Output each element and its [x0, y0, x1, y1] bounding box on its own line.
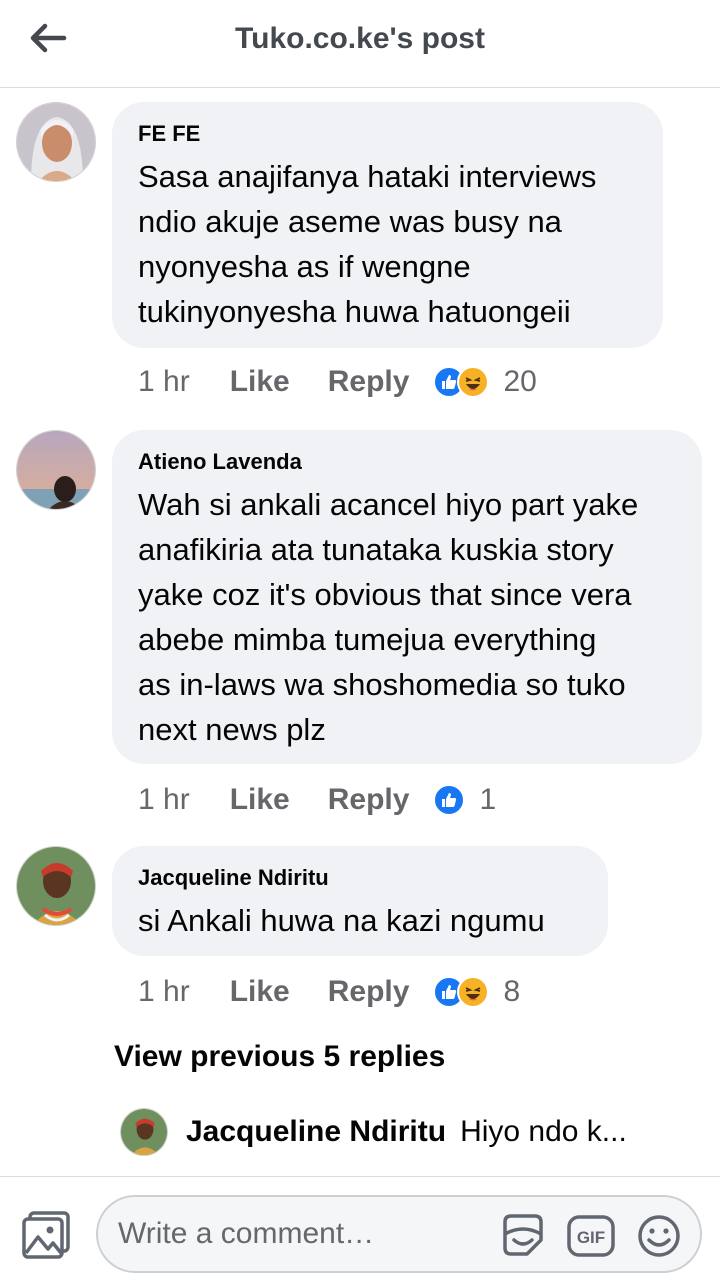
- comment-author[interactable]: Atieno Lavenda: [138, 448, 676, 476]
- comment-author[interactable]: FE FE: [138, 120, 637, 148]
- like-button[interactable]: Like: [230, 975, 290, 1009]
- comment-text-line: Wah si ankali acancel hiyo part yake: [138, 487, 639, 522]
- photo-icon: [22, 1211, 70, 1259]
- photo-button[interactable]: [20, 1207, 74, 1261]
- comment-bubble: Atieno Lavenda Wah si ankali acancel hiy…: [112, 430, 702, 764]
- page-title: Tuko.co.ke's post: [235, 22, 485, 55]
- sticker-button[interactable]: [498, 1211, 548, 1261]
- avatar[interactable]: [16, 846, 96, 926]
- like-button[interactable]: Like: [230, 365, 290, 399]
- comment-input[interactable]: [118, 1211, 498, 1257]
- reply-button[interactable]: Reply: [328, 975, 410, 1009]
- haha-reaction-icon: [457, 366, 490, 398]
- emoji-button[interactable]: [634, 1211, 684, 1261]
- top-bar: Tuko.co.ke's post: [0, 0, 720, 88]
- comment-text-line: as in-laws wa shoshomedia so tuko: [138, 667, 626, 702]
- gif-button[interactable]: GIF: [566, 1211, 616, 1261]
- gif-icon: GIF: [567, 1215, 615, 1257]
- like-button[interactable]: Like: [230, 783, 290, 817]
- comment-text: si Ankali huwa na kazi ngumu: [138, 898, 582, 943]
- comment-timestamp: 1 hr: [138, 365, 190, 398]
- comment-bubble: Jacqueline Ndiritu si Ankali huwa na kaz…: [112, 846, 608, 956]
- comment-author[interactable]: Jacqueline Ndiritu: [138, 864, 582, 892]
- haha-reaction-icon: [457, 976, 490, 1008]
- gif-label: GIF: [577, 1228, 605, 1247]
- reply-button[interactable]: Reply: [328, 365, 410, 399]
- comment-actions: 1 hr Like Reply 1: [138, 778, 496, 822]
- comment-text-line: abebe mimba tumejua everything: [138, 622, 597, 657]
- comment-actions: 1 hr Like Reply 20: [138, 360, 537, 404]
- emoji-icon: [638, 1215, 680, 1257]
- reaction-summary[interactable]: 8: [433, 975, 520, 1009]
- comment-bubble: FE FE Sasa anajifanya hataki interviews …: [112, 102, 663, 348]
- comment-text-line: nyonyesha as if wengne: [138, 249, 471, 284]
- avatar[interactable]: [120, 1108, 168, 1156]
- reaction-count: 1: [479, 783, 497, 816]
- like-reaction-icon: [433, 784, 466, 816]
- comment-text-line: Sasa anajifanya hataki interviews: [138, 159, 597, 194]
- comment-text: Sasa anajifanya hataki interviews ndio a…: [138, 154, 637, 334]
- comment-input-box[interactable]: GIF: [96, 1195, 702, 1273]
- reply-preview[interactable]: Jacqueline Ndiritu Hiyo ndo k...: [120, 1106, 720, 1158]
- sticker-icon: [503, 1214, 543, 1256]
- comment-composer: GIF: [0, 1176, 720, 1282]
- reaction-summary[interactable]: 1: [433, 783, 496, 817]
- comment-text-line: anafikiria ata tunataka kuskia story: [138, 532, 614, 567]
- comment-actions: 1 hr Like Reply 8: [138, 970, 520, 1014]
- comment-text-line: tukinyonyesha huwa hatuongeii: [138, 294, 571, 329]
- view-previous-replies-link[interactable]: View previous 5 replies: [114, 1040, 445, 1074]
- reaction-count: 20: [503, 365, 537, 398]
- reply-button[interactable]: Reply: [328, 783, 410, 817]
- comment-text-line: next news plz: [138, 712, 326, 747]
- comment-text-line: yake coz it's obvious that since vera: [138, 577, 632, 612]
- comment-timestamp: 1 hr: [138, 975, 190, 1008]
- reply-author[interactable]: Jacqueline Ndiritu: [186, 1115, 446, 1149]
- avatar[interactable]: [16, 430, 96, 510]
- reaction-summary[interactable]: 20: [433, 365, 537, 399]
- avatar[interactable]: [16, 102, 96, 182]
- reply-snippet: Hiyo ndo k...: [460, 1115, 627, 1148]
- comment-text: Wah si ankali acancel hiyo part yake ana…: [138, 482, 676, 752]
- comment-text-line: si Ankali huwa na kazi ngumu: [138, 903, 545, 938]
- comment-timestamp: 1 hr: [138, 783, 190, 816]
- reaction-count: 8: [503, 975, 521, 1008]
- comment-text-line: ndio akuje aseme was busy na: [138, 204, 562, 239]
